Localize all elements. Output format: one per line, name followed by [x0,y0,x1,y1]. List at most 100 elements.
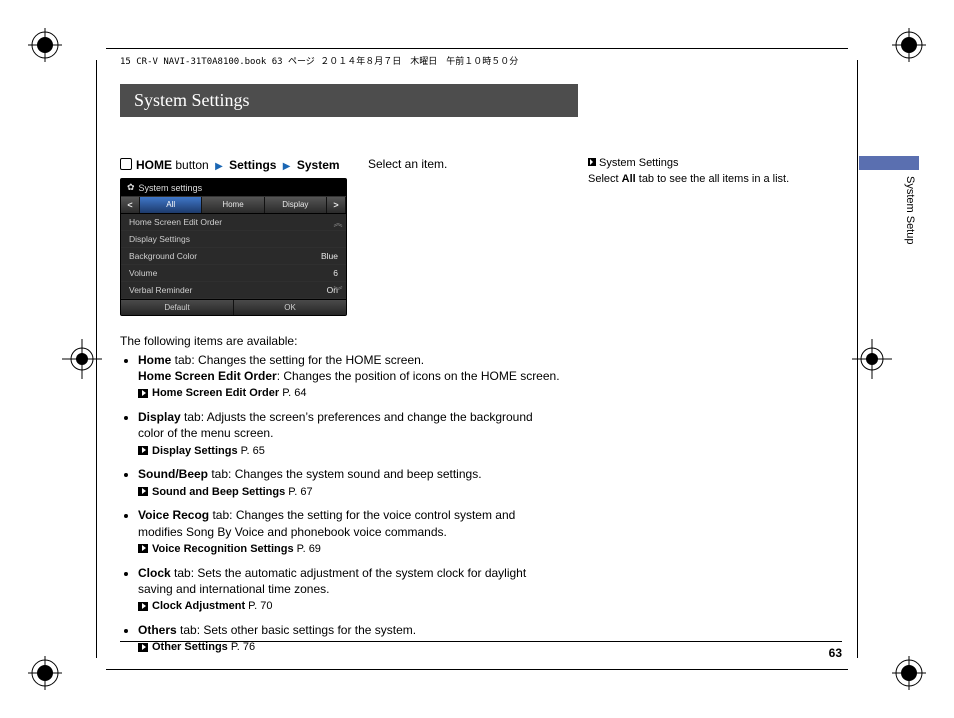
device-row-label: Display Settings [129,234,190,244]
xref-page: P. 65 [241,445,265,457]
device-body: Home Screen Edit Order Display Settings … [121,214,346,299]
callout-heading: System Settings [588,157,849,169]
item-sub-text: : Changes the position of icons on the H… [277,369,560,383]
breadcrumb-home: HOME [136,158,172,172]
callout-bold: All [622,173,636,185]
left-column: HOME button ▶ Settings ▶ System Select a… [120,157,560,663]
list-item: Display tab: Adjusts the screen’s prefer… [138,409,560,458]
device-tabs: < All Home Display > [121,197,346,214]
xref-icon [138,544,148,553]
registration-mark-tr [892,28,926,62]
device-row[interactable]: Background ColorBlue [121,248,346,265]
home-button-icon [120,158,132,170]
xref-icon [138,643,148,652]
crop-line-bottom [106,669,848,670]
xref-title: Sound and Beep Settings [152,486,285,498]
item-sub-lead: Home Screen Edit Order [138,369,277,383]
breadcrumb-system: System [297,158,340,172]
registration-mark-br [892,656,926,690]
registration-mark-tl [28,28,62,62]
list-item: Voice Recog tab: Changes the setting for… [138,507,560,556]
xref-title: Voice Recognition Settings [152,543,294,555]
side-mark-right [852,339,892,379]
callout-icon [588,158,596,166]
right-column: System Settings Select All tab to see th… [588,157,849,185]
cross-reference: Other Settings P. 76 [138,640,560,655]
xref-title: Clock Adjustment [152,600,245,612]
device-default-button[interactable]: Default [121,300,234,315]
page-title: System Settings [120,84,578,117]
document-header: 15 CR-V NAVI-31T0A8100.book 63 ページ ２０１４年… [120,54,518,67]
device-row[interactable]: Display Settings [121,231,346,248]
page-number: 63 [829,646,842,660]
xref-title: Home Screen Edit Order [152,387,279,399]
registration-mark-bl [28,656,62,690]
section-tab-label: System Setup [904,176,916,244]
page-content: System Settings HOME button ▶ Settings ▶… [120,84,849,658]
device-row-label: Background Color [129,251,197,261]
xref-page: P. 76 [231,641,255,653]
chevron-down-icon: ︾ [333,284,342,297]
items-intro: The following items are available: [120,334,560,348]
cross-reference: Sound and Beep Settings P. 67 [138,485,560,500]
device-row[interactable]: Volume6 [121,265,346,282]
callout-heading-text: System Settings [599,157,678,169]
device-ok-button[interactable]: OK [234,300,346,315]
xref-icon [138,487,148,496]
list-item: Sound/Beep tab: Changes the system sound… [138,466,560,499]
items-list: Home tab: Changes the setting for the HO… [120,352,560,655]
list-item: Clock tab: Sets the automatic adjustment… [138,565,560,614]
side-mark-left [62,339,102,379]
xref-page: P. 70 [248,600,272,612]
callout-text: Select [588,173,622,185]
section-tab: System Setup [859,156,919,244]
section-tab-bar [859,156,919,170]
gear-icon: ✿ [127,182,135,193]
xref-title: Other Settings [152,641,228,653]
device-row[interactable]: Verbal ReminderOn [121,282,346,299]
chevron-up-icon: ︽ [333,216,342,229]
device-scroll-indicator: ︽︾ [332,216,344,297]
device-row-label: Home Screen Edit Order [129,217,222,227]
item-text: tab: Changes the setting for the HOME sc… [171,353,424,367]
device-screenshot: ✿ System settings < All Home Display > H… [120,178,347,316]
breadcrumb-arrow-icon: ▶ [283,161,291,172]
item-lead: Home [138,353,171,367]
device-tab-all[interactable]: All [140,197,202,213]
item-text: tab: Sets the automatic adjustment of th… [138,566,526,596]
cross-reference: Home Screen Edit Order P. 64 [138,386,560,401]
xref-page: P. 67 [288,486,312,498]
item-lead: Others [138,623,177,637]
device-row-label: Volume [129,268,157,278]
item-lead: Voice Recog [138,508,209,522]
device-row[interactable]: Home Screen Edit Order [121,214,346,231]
breadcrumb-arrow-icon: ▶ [215,161,223,172]
item-lead: Sound/Beep [138,467,208,481]
breadcrumb-button-word: button [175,158,208,172]
item-text: tab: Adjusts the screen’s preferences an… [138,410,533,440]
item-lead: Clock [138,566,171,580]
device-title-bar: ✿ System settings [121,179,346,197]
cross-reference: Clock Adjustment P. 70 [138,599,560,614]
list-item: Home tab: Changes the setting for the HO… [138,352,560,401]
device-title: System settings [139,183,203,193]
xref-page: P. 69 [297,543,321,555]
item-text: tab: Changes the system sound and beep s… [208,467,482,481]
xref-icon [138,602,148,611]
device-tab-home[interactable]: Home [202,197,264,213]
xref-page: P. 64 [282,387,306,399]
callout-text: tab to see the all items in a list. [636,173,789,185]
device-tab-display[interactable]: Display [265,197,327,213]
instruction-text: Select an item. [368,157,447,171]
cross-reference: Display Settings P. 65 [138,444,560,459]
callout-body: Select All tab to see the all items in a… [588,173,849,185]
xref-icon [138,446,148,455]
device-tab-prev[interactable]: < [121,197,140,213]
item-lead: Display [138,410,181,424]
list-item: Others tab: Sets other basic settings fo… [138,622,560,655]
item-text: tab: Sets other basic settings for the s… [177,623,416,637]
device-tab-next[interactable]: > [327,197,346,213]
cross-reference: Voice Recognition Settings P. 69 [138,542,560,557]
breadcrumb: HOME button ▶ Settings ▶ System [120,157,560,172]
crop-line-top [106,48,848,49]
